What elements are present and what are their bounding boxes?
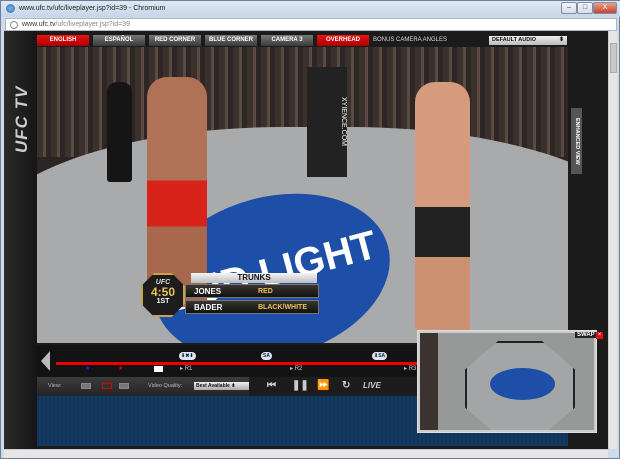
title-bar: www.ufc.tv/ufc/liveplayer.jsp?id=39 - Ch…	[1, 1, 620, 17]
view-pip-button[interactable]	[102, 383, 112, 389]
lower-third-row: JONES RED	[185, 284, 319, 298]
pause-button[interactable]: ❚❚	[292, 380, 309, 392]
close-button[interactable]: X	[593, 2, 617, 14]
fast-forward-button[interactable]: ⏩	[317, 380, 329, 392]
address-bar[interactable]: www.ufc.tv/ufc/liveplayer.jsp?id=39	[5, 18, 617, 31]
url-host: www.ufc.tv	[22, 21, 56, 28]
cage-edge	[420, 333, 438, 430]
event-badge[interactable]: ⬇SA	[372, 352, 388, 360]
tab-blue-corner[interactable]: BLUE CORNER	[205, 35, 257, 46]
lower-third-row: BADER BLACK/WHITE	[185, 300, 319, 314]
url-path: /ufc/liveplayer.jsp?id=39	[55, 21, 130, 28]
audio-select[interactable]: DEFAULT AUDIO	[489, 36, 567, 45]
fighter-name: BADER	[194, 303, 223, 312]
fighter-bader	[415, 82, 470, 332]
camera-tabs: ENGLISH ESPAÑOL RED CORNER BLUE CORNER C…	[37, 35, 567, 46]
round-marker[interactable]: ▸ R2	[290, 365, 302, 372]
vertical-scrollbar[interactable]	[608, 31, 617, 449]
banner: XYIENCE.COM	[307, 67, 347, 177]
window-title: www.ufc.tv/ufc/liveplayer.jsp?id=39 - Ch…	[19, 5, 166, 12]
tab-espanol[interactable]: ESPAÑOL	[93, 35, 145, 46]
swap-button[interactable]: SWAP	[575, 332, 597, 338]
pip-video[interactable]	[417, 330, 597, 433]
tab-camera-3[interactable]: CAMERA 3	[261, 35, 313, 46]
fight-clock: UFC 4:50 1ST	[141, 273, 185, 317]
tab-red-corner[interactable]: RED CORNER	[149, 35, 201, 46]
live-button[interactable]: LIVE	[363, 380, 381, 392]
view-label: View:	[48, 383, 62, 389]
ufc-tv-logo: UFC TV	[12, 85, 31, 153]
pip-logo	[490, 368, 555, 400]
back-arrow-icon[interactable]	[41, 351, 50, 371]
round-marker[interactable]: ▸ R1	[180, 365, 192, 372]
view-grid-button[interactable]	[119, 383, 129, 389]
pip-close-icon[interactable]: ×	[596, 332, 603, 339]
view-single-button[interactable]	[81, 383, 91, 389]
round-label: R3	[408, 366, 417, 372]
red-star-icon: ★	[118, 366, 124, 372]
globe-icon	[10, 21, 18, 29]
trunks-value: RED	[258, 288, 273, 295]
enhanced-view-tab[interactable]: ENHANCED VIEW	[571, 108, 582, 174]
fighter-name: JONES	[194, 287, 222, 296]
tab-english[interactable]: ENGLISH	[37, 35, 89, 46]
referee	[107, 82, 132, 182]
event-badge[interactable]: SA	[261, 352, 272, 360]
lower-third: TRUNKS JONES RED BADER BLACK/WHITE UFC 4:5…	[141, 273, 319, 317]
blue-star-icon: ★	[85, 366, 91, 372]
event-badge[interactable]: ⬇✖⬇	[179, 352, 196, 360]
clock: 4:50	[150, 285, 176, 299]
chromium-icon	[6, 4, 15, 13]
minimize-button[interactable]: –	[561, 2, 577, 14]
left-panel: UFC TV	[4, 31, 37, 449]
replay-button[interactable]: ↻	[342, 380, 350, 392]
round-label: R2	[294, 366, 303, 372]
scroll-thumb[interactable]	[610, 43, 617, 73]
previous-button[interactable]: ⏮	[267, 380, 276, 392]
round: 1ST	[156, 298, 170, 305]
playhead[interactable]	[154, 366, 163, 372]
quality-select[interactable]: Best Available ⬍	[194, 382, 251, 390]
bonus-camera-label: BONUS CAMERA ANGLES	[373, 37, 448, 43]
video-player[interactable]: BUD LIGHT XYIENCE.COM TRUNKS JONESRED BA…	[37, 47, 568, 343]
maximize-button[interactable]: □	[577, 2, 593, 14]
horizontal-scrollbar[interactable]	[4, 449, 608, 458]
trunks-value: BLACK/WHITE	[258, 304, 307, 311]
round-label: R1	[184, 366, 193, 372]
quality-label: Video Quality:	[148, 383, 183, 389]
tab-overhead[interactable]: OVERHEAD	[317, 35, 369, 46]
lower-third-header: TRUNKS	[191, 273, 317, 283]
round-marker[interactable]: ▸ R3	[404, 365, 416, 372]
